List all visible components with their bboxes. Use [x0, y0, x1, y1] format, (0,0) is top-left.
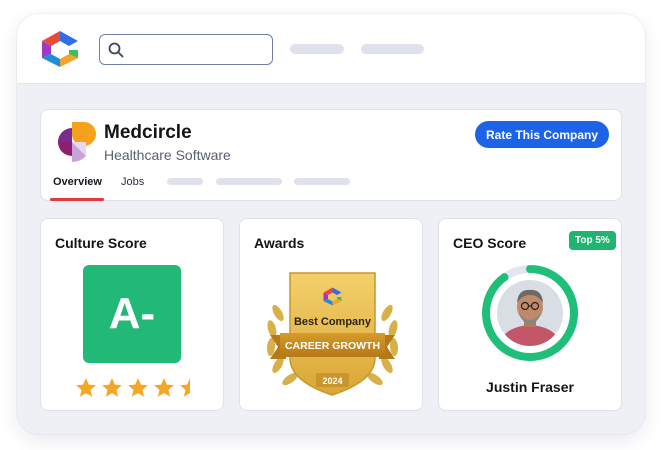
- award-title-text: Best Company: [294, 316, 372, 328]
- search-box[interactable]: [99, 34, 273, 65]
- active-tab-indicator: [50, 198, 104, 201]
- star-icon: [102, 378, 122, 397]
- rate-company-button[interactable]: Rate This Company: [475, 121, 609, 148]
- award-year-text: 2024: [322, 376, 342, 386]
- star-icon: [128, 378, 148, 397]
- culture-grade-value: A-: [108, 289, 156, 338]
- tab-overview[interactable]: Overview: [53, 176, 102, 188]
- star-icon: [76, 378, 96, 397]
- tab-placeholder: [167, 178, 203, 185]
- nav-placeholder: [290, 44, 344, 54]
- awards-title: Awards: [254, 235, 305, 251]
- award-badge: Best Company CAREER GROWTH 2024: [266, 272, 399, 396]
- awards-card[interactable]: Awards Best Company CAREER GROWTH 2024: [239, 218, 423, 411]
- company-header-card: Medcircle Healthcare Software Rate This …: [40, 109, 622, 201]
- company-category: Healthcare Software: [104, 147, 231, 163]
- app-logo-icon[interactable]: [39, 30, 81, 68]
- ceo-score-title: CEO Score: [453, 235, 527, 251]
- tab-jobs[interactable]: Jobs: [121, 176, 144, 188]
- top-percent-badge: Top 5%: [569, 231, 616, 250]
- culture-score-card[interactable]: Culture Score A-: [40, 218, 224, 411]
- award-category-text: CAREER GROWTH: [285, 340, 380, 352]
- nav-placeholder: [361, 44, 424, 54]
- company-name: Medcircle: [104, 122, 192, 143]
- ceo-score-card[interactable]: CEO Score Top 5% Justin Fraser: [438, 218, 622, 411]
- culture-score-title: Culture Score: [55, 235, 147, 251]
- app-window: Medcircle Healthcare Software Rate This …: [17, 14, 645, 434]
- tab-placeholder: [216, 178, 282, 185]
- tab-placeholder: [294, 178, 350, 185]
- ceo-avatar: [497, 280, 563, 346]
- company-logo-icon: [58, 122, 96, 162]
- star-rating: [75, 377, 201, 399]
- ceo-name: Justin Fraser: [486, 379, 574, 395]
- search-icon: [108, 42, 124, 57]
- star-icon: [180, 378, 190, 397]
- star-icon: [154, 378, 174, 397]
- top-bar: [17, 14, 645, 84]
- culture-grade: A-: [83, 265, 181, 363]
- search-input[interactable]: [130, 42, 270, 57]
- ceo-score-ring: [482, 265, 578, 361]
